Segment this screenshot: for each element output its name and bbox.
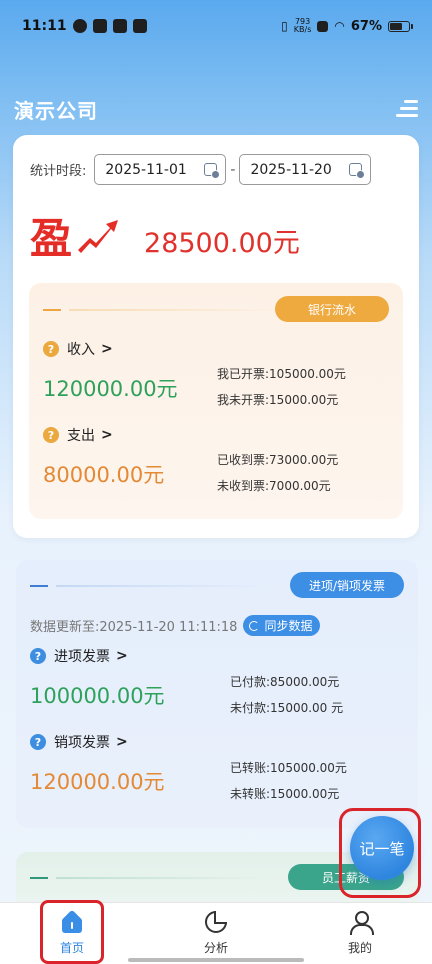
unpaid-amount: 未付款:15000.00 元 [230,701,344,715]
expense-amount: 80000.00元 [43,463,165,487]
data-updated-row: 数据更新至:2025-11-20 11:11:18 同步数据 [30,615,321,636]
start-date-field[interactable] [94,154,227,185]
not-transferred-amount: 未转账:15000.00元 [230,787,340,801]
input-invoice-title-label: 进项发票 [54,649,110,665]
invoice-card: 进项/销项发票 数据更新至:2025-11-20 11:11:18 同步数据 ?… [16,560,418,828]
calendar-icon [349,163,366,179]
period-label: 统计时段: [30,164,87,179]
profit-row: 盈 28500.00元 [30,205,300,266]
user-icon [349,911,374,935]
status-right: ▯ 793 KB/s ◠ 67% [281,18,413,34]
battery-icon [388,20,413,32]
gesture-bar [128,958,304,962]
refresh-icon [249,620,260,631]
help-icon[interactable]: ? [43,427,59,443]
help-icon[interactable]: ? [43,341,59,357]
tab-profile-label: 我的 [347,941,372,955]
section-divider [43,309,283,311]
network-speed-unit: KB/s [293,25,312,34]
sync-data-label: 同步数据 [264,619,313,633]
sim-icon [317,20,329,32]
chevron-right-icon: > [101,427,113,443]
output-invoice-title[interactable]: ? 销项发票 > [30,732,128,752]
expense-title-label: 支出 [67,428,95,444]
status-left: 11:11 [22,18,147,34]
battery-percent: 67% [350,18,382,34]
not-received-amount: 未收到票:7000.00元 [217,479,331,493]
end-date-input[interactable] [250,161,349,178]
date-separator: - [230,161,236,178]
check-circle-icon [72,19,87,33]
app-header: 演示公司 [14,92,418,126]
period-selector: 统计时段: - [30,154,372,185]
sync-data-button[interactable]: 同步数据 [243,615,321,636]
expense-title[interactable]: ? 支出 > [43,425,113,445]
section-divider [30,877,270,879]
output-invoice-amount: 120000.00元 [30,770,165,794]
status-time: 11:11 [22,18,67,34]
end-date-field[interactable] [239,154,372,185]
start-date-input[interactable] [105,161,204,178]
fab-highlight-box [339,808,421,898]
input-invoice-amount: 100000.00元 [30,684,165,708]
invoiced-amount: 我已开票:105000.00元 [217,367,346,381]
help-icon[interactable]: ? [30,734,46,750]
company-name: 演示公司 [14,98,98,123]
pie-chart-icon [205,911,227,933]
income-amount: 120000.00元 [43,377,178,401]
media-app-icon [92,19,107,33]
received-amount: 已收到票:73000.00元 [217,453,339,467]
status-bar: 11:11 ▯ 793 KB/s ◠ 67% [0,0,432,52]
calendar-icon [204,163,221,179]
tab-profile[interactable]: 我的 [300,903,420,963]
chevron-right-icon: > [116,734,128,750]
network-speed: 793 KB/s [294,18,312,34]
home-tab-highlight-box [40,900,104,964]
tab-analysis[interactable]: 分析 [156,903,276,963]
profit-amount: 28500.00元 [144,228,300,259]
chevron-right-icon: > [101,341,113,357]
message-app-icon [132,19,147,33]
video-app-icon [112,19,127,33]
invoice-tag[interactable]: 进项/销项发票 [290,572,404,598]
not-invoiced-amount: 我未开票:15000.00元 [217,393,339,407]
trend-up-icon [78,219,119,253]
transferred-amount: 已转账:105000.00元 [230,761,347,775]
menu-icon[interactable] [396,100,418,118]
chevron-right-icon: > [116,648,128,664]
tab-analysis-label: 分析 [203,941,228,955]
wifi-icon: ◠ [334,19,345,33]
bank-flow-tag[interactable]: 银行流水 [275,296,389,322]
bank-flow-panel: 银行流水 ? 收入 > 120000.00元 我已开票:105000.00元 我… [29,283,403,519]
input-invoice-title[interactable]: ? 进项发票 > [30,646,128,666]
section-divider [30,585,270,587]
vibrate-icon: ▯ [281,19,288,33]
summary-card: 统计时段: - 盈 28500.00元 银行流水 ? 收入 > 120000.0… [13,135,419,538]
updated-at-text: 数据更新至:2025-11-20 11:11:18 [30,620,238,635]
help-icon[interactable]: ? [30,648,46,664]
output-invoice-title-label: 销项发票 [54,735,110,751]
income-title-label: 收入 [67,342,95,358]
paid-amount: 已付款:85000.00元 [230,675,340,689]
profit-label: 盈 [30,214,73,263]
income-title[interactable]: ? 收入 > [43,339,113,359]
